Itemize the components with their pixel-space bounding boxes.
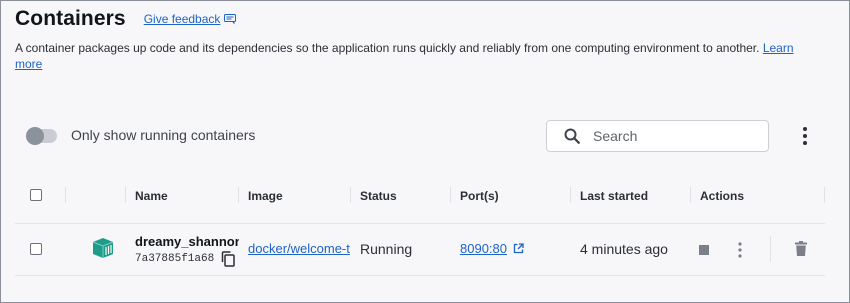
row-divider bbox=[15, 275, 825, 276]
title-row: Containers Give feedback bbox=[15, 7, 237, 31]
column-header-name[interactable]: Name bbox=[135, 189, 168, 203]
external-link-icon bbox=[513, 243, 524, 254]
running-only-label: Only show running containers bbox=[71, 127, 256, 143]
last-started-text: 4 minutes ago bbox=[580, 241, 668, 257]
table-header: Name Image Status Port(s) Last started A… bbox=[15, 182, 825, 210]
action-divider bbox=[770, 236, 771, 262]
feedback-icon bbox=[224, 13, 237, 24]
column-header-ports[interactable]: Port(s) bbox=[460, 189, 499, 203]
image-link[interactable]: docker/welcome-to-docker bbox=[248, 241, 350, 256]
more-vert-icon[interactable] bbox=[796, 126, 814, 146]
page-title: Containers bbox=[15, 7, 126, 30]
description-text: A container packages up code and its dep… bbox=[15, 41, 760, 55]
page-description: A container packages up code and its dep… bbox=[15, 40, 805, 72]
stop-icon[interactable] bbox=[699, 245, 709, 255]
running-only-toggle[interactable] bbox=[26, 127, 57, 145]
port-link[interactable]: 8090:80 bbox=[460, 241, 524, 256]
container-name[interactable]: dreamy_shannon bbox=[135, 234, 239, 249]
column-divider bbox=[350, 187, 351, 203]
container-id: 7a37885f1a68 bbox=[135, 253, 215, 265]
more-vert-icon[interactable] bbox=[737, 242, 743, 258]
column-divider bbox=[570, 187, 571, 203]
give-feedback-label: Give feedback bbox=[143, 12, 221, 26]
copy-icon[interactable] bbox=[221, 251, 235, 267]
column-divider bbox=[238, 187, 239, 203]
give-feedback-link[interactable]: Give feedback bbox=[144, 12, 237, 26]
search-icon bbox=[564, 128, 580, 144]
port-label: 8090:80 bbox=[460, 241, 507, 256]
column-header-actions: Actions bbox=[700, 189, 745, 203]
column-divider bbox=[65, 187, 66, 203]
column-divider bbox=[690, 187, 691, 203]
row-checkbox[interactable] bbox=[30, 243, 42, 255]
table-row[interactable]: dreamy_shannon 7a37885f1a68 docker/welco… bbox=[15, 224, 825, 275]
search-box[interactable] bbox=[546, 120, 769, 152]
toggle-knob bbox=[26, 127, 44, 145]
containers-panel: Containers Give feedback A container pac… bbox=[0, 0, 850, 303]
search-input[interactable] bbox=[593, 128, 743, 144]
column-divider bbox=[450, 187, 451, 203]
select-all-checkbox[interactable] bbox=[30, 189, 42, 201]
trash-icon[interactable] bbox=[795, 241, 807, 256]
status-text: Running bbox=[360, 241, 413, 257]
column-header-last-started[interactable]: Last started bbox=[580, 189, 648, 203]
column-divider bbox=[125, 187, 126, 203]
column-header-status[interactable]: Status bbox=[360, 189, 397, 203]
container-icon bbox=[92, 238, 114, 258]
column-header-image[interactable]: Image bbox=[248, 189, 283, 203]
column-divider bbox=[824, 187, 825, 203]
